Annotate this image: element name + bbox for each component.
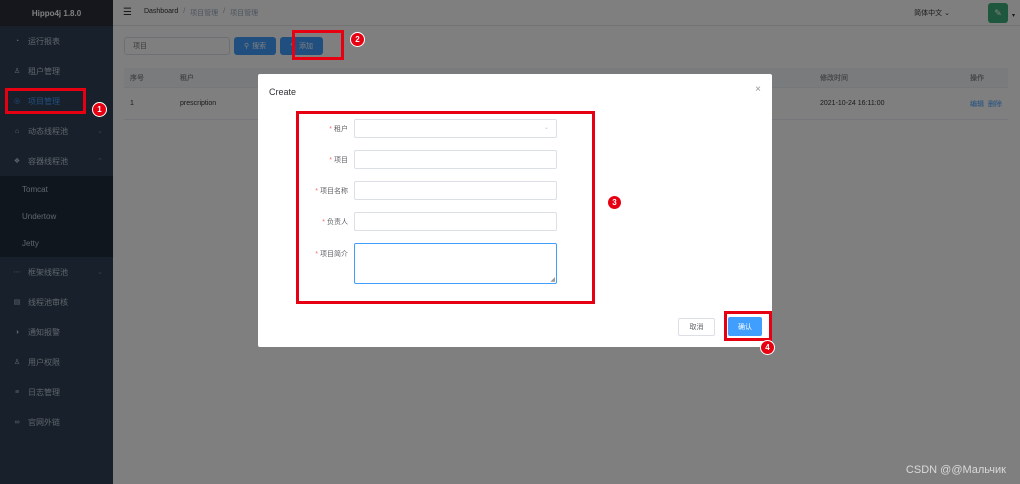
close-icon[interactable]: ×	[755, 84, 761, 95]
annotation-box-1	[5, 88, 86, 114]
annotation-box-2	[292, 30, 344, 60]
annotation-box-3	[296, 111, 595, 304]
annotation-badge-2: 2	[350, 32, 365, 47]
annotation-badge-3: 3	[607, 195, 622, 210]
watermark: CSDN @@Мальчик	[905, 464, 1006, 476]
annotation-badge-1: 1	[92, 102, 107, 117]
annotation-badge-4: 4	[760, 340, 775, 355]
dialog-title: Create	[269, 87, 297, 97]
cancel-button[interactable]: 取消	[678, 318, 715, 336]
annotation-box-4	[724, 311, 772, 341]
